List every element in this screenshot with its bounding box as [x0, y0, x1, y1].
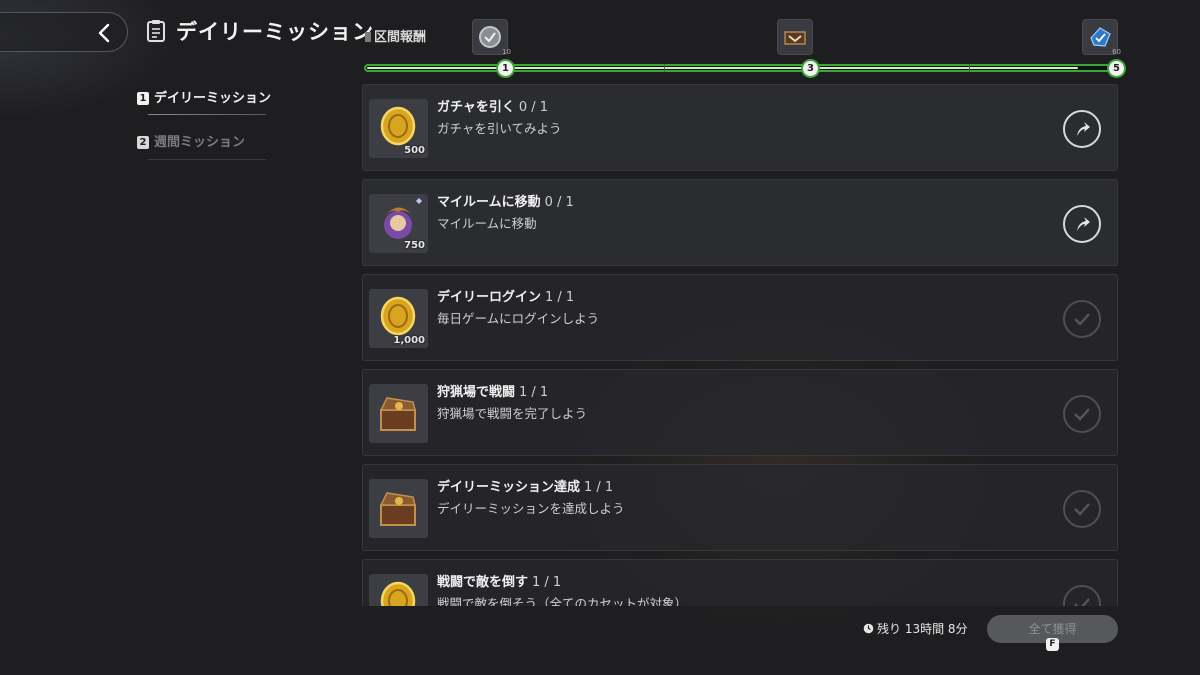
mission-description: マイルームに移動 [437, 216, 537, 231]
mission-title-text: マイルームに移動 [437, 195, 541, 210]
mission-title: マイルームに移動 0 / 1 [437, 191, 574, 210]
milestone-qty: 10 [502, 48, 511, 56]
progress-tick [969, 64, 970, 72]
tab-daily-missions[interactable]: 1 デイリーミッション [137, 87, 271, 106]
mission-progress: 0 / 1 [518, 100, 549, 115]
page-title: デイリーミッション [176, 20, 374, 44]
reward-thumbnail: 500 [369, 99, 428, 158]
treasure-box-icon [379, 397, 416, 431]
reward-thumbnail [369, 574, 428, 606]
milestone-qty: 60 [1112, 48, 1121, 56]
milestone-marker-3: 3 [803, 61, 818, 76]
mission-progress: 1 / 1 [519, 385, 549, 400]
chevron-left-icon [98, 23, 110, 43]
mission-title: 戦闘で敵を倒す 1 / 1 [437, 571, 561, 590]
mission-progress: 1 / 1 [545, 290, 575, 305]
treasure-box-icon [784, 31, 806, 45]
mission-description: ガチャを引いてみよう [437, 121, 562, 136]
checkmark-icon [1074, 598, 1090, 606]
remaining-time-text: 残り 13時間 8分 [877, 622, 968, 636]
tab-label: デイリーミッション [154, 91, 272, 106]
remaining-time: 残り 13時間 8分 [863, 620, 968, 637]
mission-title-text: 狩猟場で戦闘 [437, 385, 516, 400]
milestone-progress-bar [364, 64, 1118, 72]
reward-quantity: 1,000 [393, 335, 425, 346]
go-to-mission-button[interactable] [1063, 205, 1101, 243]
mission-description: 狩猟場で戦闘を完了しよう [437, 406, 588, 421]
reward-thumbnail [369, 479, 428, 538]
clipboard-icon [147, 20, 165, 42]
reward-quantity: 500 [404, 145, 425, 156]
go-to-mission-button[interactable] [1063, 110, 1101, 148]
completed-check [1063, 585, 1101, 606]
mission-progress: 0 / 1 [544, 195, 574, 210]
mission-description: デイリーミッションを達成しよう [437, 501, 625, 516]
mission-title-text: デイリーミッション達成 [437, 480, 581, 495]
tab-underline [148, 114, 266, 115]
checkmark-icon [1074, 503, 1090, 516]
progress-tick [664, 64, 665, 72]
mission-title: 狩猟場で戦闘 1 / 1 [437, 381, 548, 400]
reward-thumbnail: 1,000 [369, 289, 428, 348]
reward-thumbnail [369, 384, 428, 443]
reward-quantity: 750 [404, 240, 425, 251]
mission-row: 750 マイルームに移動 0 / 1 マイルームに移動 [362, 179, 1118, 266]
reward-thumbnail: 750 [369, 194, 428, 253]
completed-check [1063, 300, 1101, 338]
mission-row: 500 ガチャを引く 0 / 1 ガチャを引いてみよう [362, 84, 1118, 171]
section-reward-label: 区間報酬 [365, 26, 426, 45]
milestone-reward-1[interactable]: 10 [472, 19, 511, 56]
mission-row: 戦闘で敵を倒す 1 / 1 戦闘で敵を倒そう（全てのカセットが対象） [362, 559, 1118, 606]
milestone-marker-5: 5 [1109, 61, 1124, 76]
mission-title: デイリーログイン 1 / 1 [437, 286, 574, 305]
tab-number: 1 [137, 92, 149, 105]
mission-description: 戦闘で敵を倒そう（全てのカセットが対象） [437, 596, 688, 606]
completed-check [1063, 395, 1101, 433]
mission-progress: 1 / 1 [584, 480, 614, 495]
mission-title-text: 戦闘で敵を倒す [437, 575, 529, 590]
milestone-marker-1: 1 [498, 61, 513, 76]
tab-label: 週間ミッション [154, 135, 246, 150]
milestone-reward-3[interactable] [777, 19, 813, 55]
keybind-hint: F [1046, 638, 1059, 651]
mission-title-text: ガチャを引く [437, 100, 515, 115]
checkmark-icon [1074, 408, 1090, 421]
mission-row: デイリーミッション達成 1 / 1 デイリーミッションを達成しよう [362, 464, 1118, 551]
back-button[interactable] [0, 12, 128, 52]
mission-row: 狩猟場で戦闘 1 / 1 狩猟場で戦闘を完了しよう [362, 369, 1118, 456]
tab-number: 2 [137, 136, 149, 149]
progress-fill [367, 67, 1078, 69]
gold-coin-icon [380, 581, 416, 606]
arrow-go-icon [1077, 122, 1090, 136]
mission-progress: 1 / 1 [532, 575, 562, 590]
mission-title: ガチャを引く 0 / 1 [437, 96, 548, 115]
mission-description: 毎日ゲームにログインしよう [437, 311, 600, 326]
tab-weekly-missions[interactable]: 2 週間ミッション [137, 131, 245, 150]
mission-list[interactable]: 500 ガチャを引く 0 / 1 ガチャを引いてみよう 750 マイルームに移動 0… [362, 84, 1120, 606]
milestone-reward-5[interactable]: 60 [1082, 19, 1121, 56]
tab-underline [148, 159, 266, 160]
arrow-go-icon [1077, 217, 1090, 231]
clock-icon [863, 623, 874, 634]
mission-row: 1,000 デイリーログイン 1 / 1 毎日ゲームにログインしよう [362, 274, 1118, 361]
mission-title: デイリーミッション達成 1 / 1 [437, 476, 613, 495]
checkmark-icon [1074, 313, 1090, 326]
mission-title-text: デイリーログイン [437, 290, 542, 305]
treasure-box-icon [379, 492, 416, 526]
completed-check [1063, 490, 1101, 528]
